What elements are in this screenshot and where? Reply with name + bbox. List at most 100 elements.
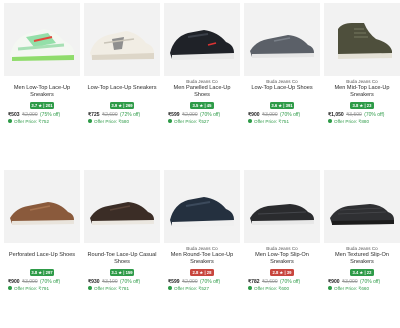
product-image[interactable] [4,170,80,243]
product-image[interactable] [164,3,240,76]
offer-price: Offer Price: ₹781 [84,286,160,292]
rating-badge: 3.8 ★ | 297 [30,268,54,276]
product-image[interactable] [84,3,160,76]
product-card[interactable]: Men Low-Top Lace-Up Sneakers 3.7 ★ | 201… [4,3,80,125]
mrp-price: ₹2,600 [261,278,278,285]
shoe-image [10,202,74,225]
product-image[interactable] [324,3,400,76]
discount-percent: (72% off) [120,111,141,118]
price-row: ₹900 ₹3,000 (70% off) [4,279,80,285]
offer-price: Offer Price: ₹751 [244,119,320,125]
product-title[interactable]: Men Textured Slip-On Sneakers [324,252,400,266]
rating-badge: 3.5 ★ | 45 [190,101,214,109]
mrp-price: ₹3,000 [341,278,358,285]
selling-price: ₹599 [168,111,180,118]
shoe-image [170,197,234,227]
offer-price: Offer Price: ₹527 [164,286,240,292]
product-title[interactable]: Low-Top Lace-Up Shoes [244,85,320,99]
mrp-price: ₹2,600 [101,111,118,118]
rating-badge: 3.7 ★ | 201 [30,101,54,109]
offer-icon [248,119,252,124]
product-image[interactable] [84,170,160,243]
rating-badge: 3.4 ★ | 22 [350,268,374,276]
product-image[interactable] [244,170,320,243]
product-title[interactable]: Men Low-Top Lace-Up Sneakers [4,85,80,99]
price-row: ₹930 ₹3,100 (70% off) [84,279,160,285]
discount-percent: (75% off) [40,111,61,118]
discount-percent: (70% off) [200,278,221,285]
offer-price-text: Offer Price: ₹527 [174,118,210,124]
product-card[interactable]: Round-Toe Lace-Up Casual Shoes 3.1 ★ | 1… [84,170,160,292]
mrp-price: ₹3,000 [21,278,38,285]
rating-badge: 2.8 ★ | 39 [270,268,294,276]
product-title[interactable]: Perforated Lace-Up Shoes [4,252,80,266]
selling-price: ₹900 [8,278,20,285]
offer-price-text: Offer Price: ₹880 [334,118,370,124]
offer-icon [168,119,172,124]
offer-icon [328,286,332,291]
mrp-price: ₹3,100 [101,278,118,285]
shoe-image [250,204,314,225]
offer-price: Offer Price: ₹752 [4,119,80,125]
product-grid: Men Low-Top Lace-Up Sneakers 3.7 ★ | 201… [0,0,400,328]
product-card[interactable]: Buda Jeans Co Men Panelled Lace-Up Shoes… [164,3,240,125]
offer-price: Offer Price: ₹580 [84,119,160,125]
shoe-image [250,35,314,58]
shoe-image [170,30,234,60]
offer-icon [88,286,92,291]
offer-icon [248,286,252,291]
offer-price: Offer Price: ₹791 [4,286,80,292]
price-row: ₹1,050 ₹3,500 (70% off) [324,112,400,118]
product-image[interactable] [324,170,400,243]
mrp-price: ₹3,000 [261,111,278,118]
mrp-price: ₹2,000 [21,111,38,118]
discount-percent: (70% off) [40,278,61,285]
discount-percent: (70% off) [360,278,381,285]
mrp-price: ₹2,000 [181,111,198,118]
discount-percent: (70% off) [120,278,141,285]
discount-percent: (70% off) [280,111,301,118]
product-card[interactable]: Buda Jeans Co Men Round-Toe Lace-Up Snea… [164,170,240,292]
offer-price-text: Offer Price: ₹527 [174,285,210,291]
product-title[interactable]: Low-Top Lace-Up Sneakers [84,85,160,99]
offer-icon [8,286,12,291]
product-image[interactable] [164,170,240,243]
product-title[interactable]: Round-Toe Lace-Up Casual Shoes [84,252,160,266]
mrp-price: ₹3,500 [346,111,362,118]
offer-price: Offer Price: ₹527 [164,119,240,125]
product-card[interactable]: Buda Jeans Co Low-Top Lace-Up Shoes 3.6 … [244,3,320,125]
offer-price-text: Offer Price: ₹791 [14,285,50,291]
price-row: ₹599 ₹2,000 (70% off) [164,279,240,285]
shoe-image [330,204,394,225]
offer-icon [168,286,172,291]
product-title[interactable]: Men Low-Top Slip-On Sneakers [244,252,320,266]
product-title[interactable]: Men Mid-Top Lace-Up Sneakers [324,85,400,99]
product-card[interactable]: Buda Jeans Co Men Low-Top Slip-On Sneake… [244,170,320,292]
product-card[interactable]: Buda Jeans Co Men Textured Slip-On Sneak… [324,170,400,292]
discount-percent: (70% off) [200,111,221,118]
product-title[interactable]: Men Round-Toe Lace-Up Sneakers [164,252,240,266]
offer-price: Offer Price: ₹880 [324,119,400,125]
product-title[interactable]: Men Panelled Lace-Up Shoes [164,85,240,99]
shoe-image [90,31,154,60]
discount-percent: (70% off) [280,278,301,285]
shoe-image [10,29,74,61]
rating-badge: 3.1 ★ | 159 [110,268,134,276]
offer-icon [8,119,12,124]
product-image[interactable] [4,3,80,76]
selling-price: ₹782 [248,278,260,285]
discount-percent: (70% off) [364,111,385,118]
selling-price: ₹1,050 [328,111,344,118]
product-card[interactable]: Perforated Lace-Up Shoes 3.8 ★ | 297 ₹90… [4,170,80,292]
price-row: ₹900 ₹3,000 (70% off) [324,279,400,285]
selling-price: ₹599 [168,278,180,285]
rating-badge: 2.8 ★ | 28 [190,268,214,276]
product-card[interactable]: Buda Jeans Co Men Mid-Top Lace-Up Sneake… [324,3,400,125]
rating-badge: 3.6 ★ | 391 [270,101,294,109]
offer-price-text: Offer Price: ₹781 [94,285,130,291]
selling-price: ₹900 [248,111,260,118]
product-card[interactable]: Low-Top Lace-Up Sneakers 3.9 ★ | 269 ₹72… [84,3,160,125]
rating-badge: 3.8 ★ | 23 [350,101,374,109]
product-image[interactable] [244,3,320,76]
offer-price: Offer Price: ₹660 [324,286,400,292]
